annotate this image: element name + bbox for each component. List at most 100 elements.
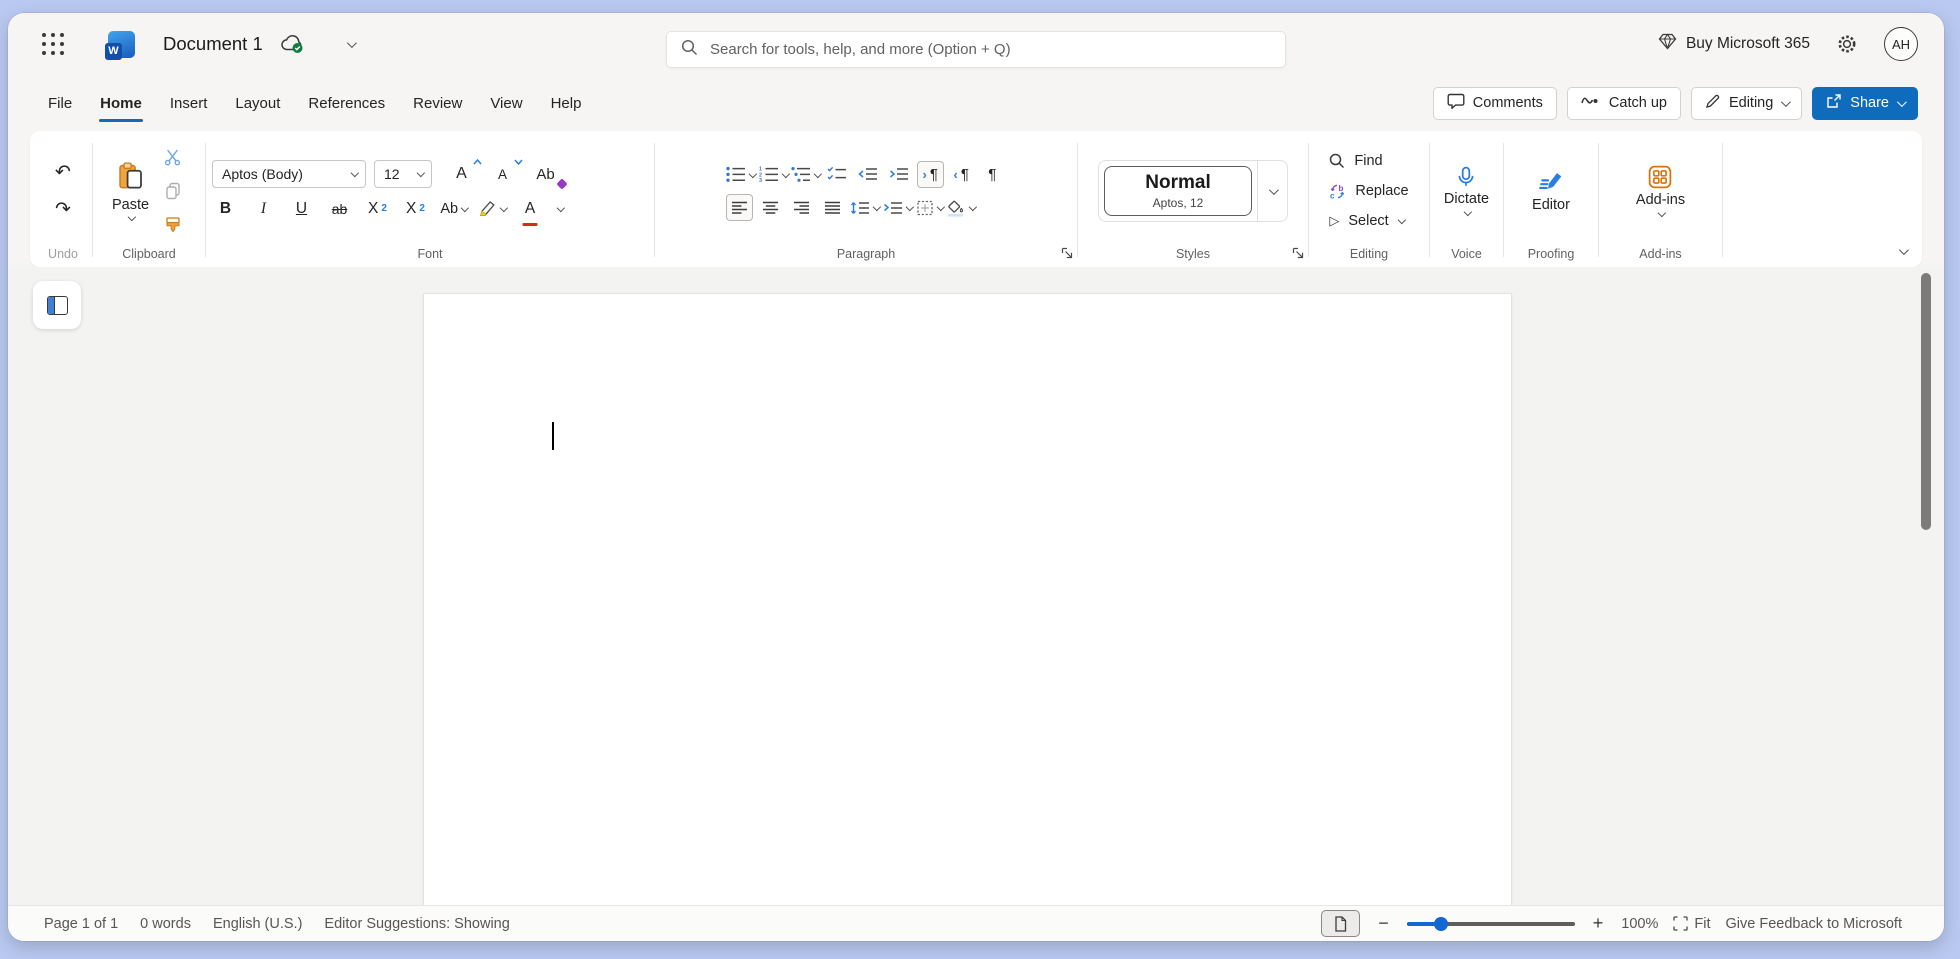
text-highlight-button[interactable] (478, 195, 506, 222)
superscript-button[interactable]: X2 (402, 195, 429, 222)
redo-button[interactable]: ↷ (50, 196, 77, 223)
chevron-down-icon (1658, 209, 1666, 217)
font-group: Aptos (Body) 12 A A (206, 139, 654, 265)
shrink-font-button[interactable]: A (489, 161, 516, 188)
chevron-down-icon[interactable] (556, 204, 564, 212)
pulse-icon (1581, 95, 1601, 111)
show-paragraph-marks-button[interactable]: ¶ (979, 161, 1006, 188)
font-family-combobox[interactable]: Aptos (Body) (212, 160, 366, 188)
word-logo-icon[interactable]: W (108, 31, 135, 58)
paragraph-dialog-launcher[interactable] (1061, 247, 1073, 262)
format-painter-button[interactable] (159, 212, 186, 239)
chevron-down-icon (350, 169, 358, 177)
svg-text:3: 3 (759, 178, 762, 183)
multilevel-list-button[interactable] (791, 161, 820, 188)
font-size-combobox[interactable]: 12 (374, 160, 432, 188)
copy-button[interactable] (159, 178, 186, 205)
vertical-scrollbar[interactable] (1921, 273, 1931, 530)
tab-file[interactable]: File (34, 75, 86, 131)
zoom-level[interactable]: 100% (1621, 916, 1658, 932)
ribbon-tab-bar: File Home Insert Layout References Revie… (8, 75, 1944, 131)
paste-button[interactable]: Paste (112, 162, 149, 221)
print-layout-view-button[interactable] (1321, 910, 1360, 937)
change-case-button[interactable]: Ab (440, 195, 467, 222)
share-button[interactable]: Share (1812, 87, 1918, 120)
chevron-down-icon (749, 170, 757, 178)
chevron-down-icon (936, 203, 944, 211)
align-left-button[interactable] (726, 194, 753, 221)
bold-button[interactable]: B (212, 195, 239, 222)
styles-group: Normal Aptos, 12 Styles (1078, 139, 1308, 265)
select-button[interactable]: ▷ Select (1325, 209, 1407, 234)
zoom-slider[interactable] (1407, 922, 1575, 926)
document-title[interactable]: Document 1 (163, 33, 263, 55)
replace-button[interactable]: bc Replace (1325, 179, 1412, 204)
undo-button[interactable]: ↶ (50, 159, 77, 186)
justify-button[interactable] (819, 194, 846, 221)
navigation-pane-toggle-button[interactable] (33, 281, 81, 329)
clear-formatting-button[interactable]: Ab (532, 161, 559, 188)
align-right-button[interactable] (788, 194, 815, 221)
collapse-ribbon-chevron[interactable] (1899, 242, 1906, 260)
numbered-list-button[interactable]: 123 (759, 161, 788, 188)
account-avatar[interactable]: AH (1884, 27, 1918, 61)
left-to-right-paragraph-button[interactable]: ›¶ (917, 161, 944, 188)
grow-font-button[interactable]: A (448, 161, 475, 188)
addins-button[interactable]: Add-ins (1636, 165, 1685, 217)
language-status[interactable]: English (U.S.) (213, 916, 302, 932)
right-to-left-paragraph-button[interactable]: ‹¶ (948, 161, 975, 188)
chevron-down-icon (128, 213, 136, 221)
tab-insert[interactable]: Insert (156, 75, 222, 131)
tab-view[interactable]: View (476, 75, 536, 131)
shading-button[interactable] (946, 194, 975, 221)
comments-button[interactable]: Comments (1433, 87, 1557, 120)
strikethrough-button[interactable]: ab (326, 195, 353, 222)
settings-gear-icon[interactable] (1836, 33, 1858, 55)
editor-button[interactable]: Editor (1532, 170, 1570, 213)
search-input[interactable] (710, 41, 1271, 58)
voice-group: Dictate Voice (1430, 139, 1503, 265)
tab-layout[interactable]: Layout (221, 75, 294, 131)
styles-dialog-launcher[interactable] (1292, 247, 1304, 262)
paragraph-spacing-button[interactable] (883, 194, 912, 221)
align-center-button[interactable] (757, 194, 784, 221)
catch-up-button[interactable]: Catch up (1567, 87, 1681, 120)
bulleted-list-button[interactable] (726, 161, 755, 188)
decrease-indent-button[interactable] (855, 161, 882, 188)
tab-review[interactable]: Review (399, 75, 476, 131)
borders-button[interactable] (915, 194, 942, 221)
styles-gallery-chevron[interactable] (1257, 161, 1287, 221)
dictate-button[interactable]: Dictate (1444, 166, 1489, 216)
ribbon: ↶ ↷ Undo Paste (30, 131, 1922, 267)
zoom-slider-thumb[interactable] (1434, 917, 1448, 931)
italic-button[interactable]: I (250, 195, 277, 222)
feedback-link[interactable]: Give Feedback to Microsoft (1726, 916, 1903, 932)
zoom-in-button[interactable]: + (1590, 913, 1607, 934)
buy-microsoft-365-button[interactable]: Buy Microsoft 365 (1658, 33, 1810, 55)
font-color-swatch (523, 223, 538, 227)
cut-button[interactable] (159, 144, 186, 171)
tab-references[interactable]: References (294, 75, 399, 131)
editor-suggestions-status[interactable]: Editor Suggestions: Showing (324, 916, 509, 932)
app-launcher-icon[interactable] (42, 33, 64, 55)
zoom-out-button[interactable]: − (1375, 913, 1392, 934)
fit-to-page-button[interactable]: Fit (1673, 916, 1710, 932)
title-dropdown-chevron-icon[interactable] (347, 38, 357, 48)
tab-home[interactable]: Home (86, 75, 156, 131)
search-bar[interactable] (666, 31, 1286, 68)
sidebar-panel-icon (47, 296, 68, 315)
find-button[interactable]: Find (1325, 149, 1386, 174)
tab-help[interactable]: Help (537, 75, 596, 131)
word-count-status[interactable]: 0 words (140, 916, 191, 932)
editing-mode-dropdown[interactable]: Editing (1691, 87, 1802, 120)
font-color-button[interactable]: A (517, 195, 544, 222)
checklist-button[interactable] (824, 161, 851, 188)
page-count-status[interactable]: Page 1 of 1 (44, 916, 118, 932)
line-spacing-button[interactable] (850, 194, 879, 221)
style-normal[interactable]: Normal Aptos, 12 (1104, 166, 1252, 216)
subscript-button[interactable]: X2 (364, 195, 391, 222)
increase-indent-button[interactable] (886, 161, 913, 188)
underline-button[interactable]: U (288, 195, 315, 222)
document-page[interactable] (423, 293, 1512, 905)
page-icon (1334, 916, 1347, 932)
